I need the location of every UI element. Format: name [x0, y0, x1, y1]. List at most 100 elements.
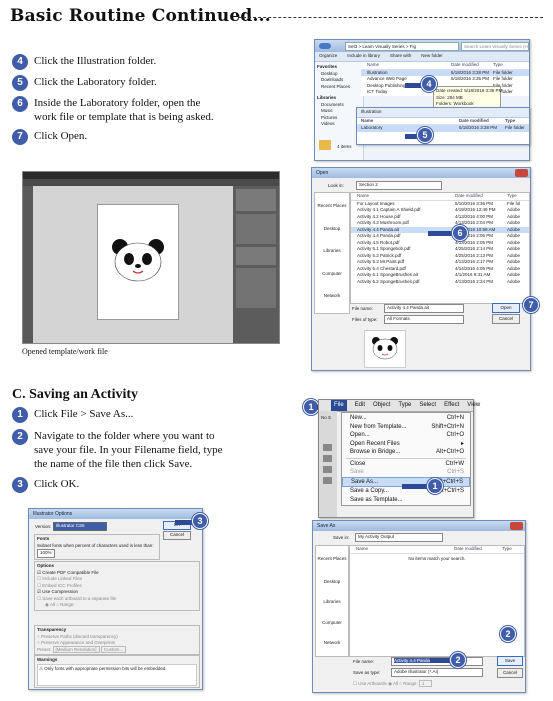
menu-item-new-template[interactable]: New from Template... Shift+Ctrl+N — [342, 423, 470, 432]
radio-preserve-paths[interactable]: Preserve Paths (discard transparency) — [41, 634, 118, 639]
col-name[interactable]: Name — [357, 118, 459, 125]
radio-range[interactable]: Range: — [403, 681, 418, 686]
menu-item-label: Open Recent Files — [350, 440, 400, 447]
menu-item-close[interactable]: Close Ctrl+W — [342, 460, 470, 469]
step-text: Click the Illustration folder. — [34, 55, 157, 67]
warnings-group: Warnings ⚠ Only fonts with appropriate p… — [34, 655, 200, 688]
menu-item-label: Open... — [350, 432, 370, 438]
close-icon[interactable] — [515, 169, 528, 177]
menu-type[interactable]: Type — [398, 400, 411, 411]
artboard-range: ◉ All ○ Range: — [45, 602, 75, 607]
col-type[interactable]: Type — [502, 546, 512, 553]
radio-range[interactable]: Range: — [60, 602, 75, 607]
filetype-select[interactable]: All Formats — [384, 315, 464, 324]
col-type[interactable]: Type — [493, 62, 503, 69]
menu-file[interactable]: File — [331, 400, 347, 411]
address-bar[interactable]: Set3 > Learn Visually Series > Fig — [345, 42, 459, 51]
item-type: File folder — [505, 125, 525, 130]
version-select[interactable]: Illustrator CS5 — [53, 522, 107, 531]
nav-recent[interactable]: Recent Places — [317, 84, 361, 91]
place-network[interactable]: Network — [316, 640, 348, 647]
place-libraries[interactable]: Libraries — [316, 599, 348, 606]
option-label: Embed ICC Profiles — [42, 582, 82, 588]
radio-all[interactable]: All — [50, 602, 55, 607]
menu-object[interactable]: Object — [373, 400, 390, 411]
place-recent[interactable]: Recent Places — [315, 203, 349, 210]
cancel-button[interactable]: Cancel — [492, 314, 520, 324]
transparency-group: Transparency ○ Preserve Paths (discard t… — [34, 625, 200, 655]
tool-icon[interactable] — [323, 465, 332, 473]
step-number: 4 — [12, 54, 28, 70]
tools-panel[interactable] — [23, 186, 33, 343]
cancel-button[interactable]: Cancel — [163, 531, 191, 540]
savetype-select[interactable]: Adobe Illustrator (*.AI) — [391, 668, 483, 677]
panels-dock[interactable] — [233, 186, 279, 343]
menu-item-label: Close — [350, 460, 366, 467]
menu-item-shortcut: ▸ — [460, 440, 464, 447]
menu-effect[interactable]: Effect — [444, 400, 459, 411]
range-input[interactable]: 1 — [419, 680, 432, 687]
options-list: ☑ Create PDF Compatible File ☐ Include Li… — [37, 570, 197, 603]
toolbar-include[interactable]: Include in library — [347, 53, 380, 60]
col-name[interactable]: Name — [350, 546, 454, 553]
back-icon[interactable] — [319, 43, 331, 49]
menu-item-bridge[interactable]: Browse in Bridge... Alt+Ctrl+O — [342, 448, 470, 457]
col-date[interactable]: Date modified — [454, 546, 502, 553]
menu-view[interactable]: View — [467, 400, 480, 411]
dialog-title: Illustrator Options — [29, 509, 202, 519]
place-desktop[interactable]: Desktop — [315, 226, 349, 233]
menu-item-save-template[interactable]: Save as Template... — [342, 496, 470, 505]
close-icon[interactable] — [510, 522, 523, 530]
toolbar-organize[interactable]: Organize — [319, 53, 337, 60]
place-network[interactable]: Network — [315, 293, 349, 300]
filename-input[interactable]: Activity 4.4 Panda.ait — [384, 304, 464, 313]
explorer-toolbar: Organize Include in library Share with N… — [315, 52, 529, 62]
radio-preserve-appearance[interactable]: Preserve Appearance and Overprints — [41, 640, 115, 645]
save-button[interactable]: Save — [497, 656, 523, 666]
use-artboards-checkbox[interactable]: Use Artboards — [358, 681, 387, 686]
place-computer[interactable]: Computer — [315, 271, 349, 278]
col-name[interactable]: Name — [361, 62, 451, 69]
menu-select[interactable]: Select — [419, 400, 436, 411]
tool-icon[interactable] — [323, 454, 332, 462]
menu-edit[interactable]: Edit — [355, 400, 365, 411]
custom-button[interactable]: Custom... — [100, 645, 127, 653]
file-name: Activity 6.2 SpongeBrushes.pdf — [357, 278, 420, 284]
col-date[interactable]: Date modified — [455, 193, 507, 200]
tool-icon[interactable] — [323, 443, 332, 451]
step-7: 7 Click Open. — [12, 129, 217, 145]
radio-all[interactable]: All — [393, 681, 398, 686]
search-box[interactable]: Search Learn Visually Series (High Sch..… — [461, 42, 529, 51]
place-computer[interactable]: Computer — [316, 620, 348, 627]
col-date[interactable]: Date modified — [459, 118, 505, 125]
toolbar-newfolder[interactable]: New folder — [421, 53, 443, 60]
menu-item-new[interactable]: New... Ctrl+N — [342, 414, 470, 423]
option-label: Use Compression — [42, 589, 79, 594]
step-number: 1 — [12, 407, 28, 423]
list-item[interactable]: Laboratory 5/18/2016 3:38 PM File folder — [357, 125, 529, 132]
toolbar-share[interactable]: Share with — [390, 53, 411, 60]
menu-item-open-recent[interactable]: Open Recent Files ▸ — [342, 440, 470, 449]
place-libraries[interactable]: Libraries — [315, 248, 349, 255]
tool-icon[interactable] — [323, 476, 332, 484]
save-in-select[interactable]: My Activity Output — [355, 533, 443, 542]
sub-header: Name Date modified Type — [357, 118, 529, 125]
artboard[interactable] — [97, 204, 179, 320]
col-name[interactable]: Name — [351, 193, 455, 200]
cancel-button[interactable]: Cancel — [497, 668, 523, 678]
open-button[interactable]: Open — [492, 303, 520, 313]
place-recent[interactable]: Recent Places — [316, 556, 348, 563]
preset-select[interactable]: [Medium Resolution] — [52, 645, 100, 653]
look-in-select[interactable]: Section 2 — [356, 181, 442, 190]
explorer-titlebar: Set3 > Learn Visually Series > Fig Searc… — [315, 40, 529, 52]
col-type[interactable]: Type — [507, 193, 517, 200]
col-type[interactable]: Type — [505, 118, 515, 125]
callout-3: 3 — [192, 513, 208, 529]
place-desktop[interactable]: Desktop — [316, 579, 348, 586]
menu-item-save[interactable]: Save Ctrl+S — [342, 468, 470, 477]
fonts-percent-input[interactable]: 100% — [37, 549, 55, 558]
file-row[interactable]: Activity 6.2 SpongeBrushes.pdf 4/13/2016 … — [351, 279, 529, 286]
col-date[interactable]: Date modified — [451, 62, 493, 69]
nav-videos[interactable]: Videos — [317, 121, 361, 128]
menu-item-open[interactable]: Open... Ctrl+O — [342, 431, 470, 440]
